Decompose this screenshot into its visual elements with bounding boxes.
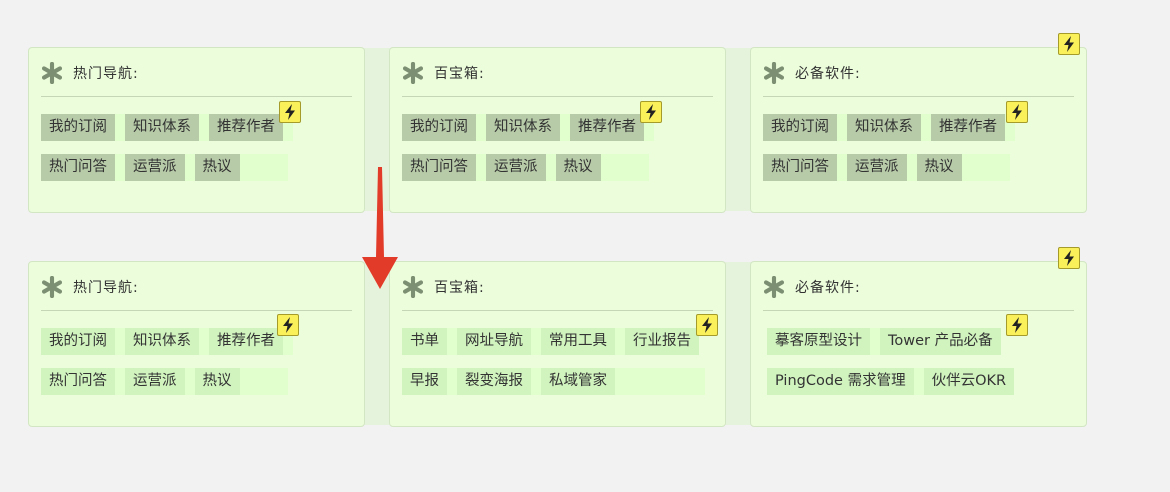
divider: [763, 310, 1074, 311]
nav-tag[interactable]: 我的订阅: [41, 328, 115, 355]
card-title: 百宝箱:: [434, 66, 485, 82]
nav-tag[interactable]: 热议: [916, 154, 962, 181]
asterisk-icon: [763, 62, 785, 84]
divider: [402, 96, 713, 97]
nav-tag[interactable]: Tower 产品必备: [880, 328, 1001, 355]
card-hot-nav-after: 热门导航: 我的订阅 知识体系 推荐作者 热门问答 运营派 热议: [28, 261, 365, 427]
card-hot-nav-before: 热门导航: 我的订阅 知识体系 推荐作者 热门问答 运营派 热议: [28, 47, 365, 213]
asterisk-icon: [41, 276, 63, 298]
nav-tag[interactable]: 热门问答: [763, 154, 837, 181]
nav-tag[interactable]: 知识体系: [125, 114, 199, 141]
card-toolbox-before: 百宝箱: 我的订阅 知识体系 推荐作者 热门问答 运营派 热议: [389, 47, 726, 213]
nav-tag[interactable]: 运营派: [486, 154, 546, 181]
nav-tag[interactable]: 书单: [402, 328, 447, 355]
card-title: 热门导航:: [73, 66, 139, 82]
nav-tag[interactable]: 我的订阅: [763, 114, 837, 141]
nav-tag[interactable]: 热议: [194, 368, 240, 395]
card-title: 必备软件:: [795, 280, 861, 296]
lightning-bolt-icon: [640, 101, 662, 123]
lightning-bolt-icon: [1058, 247, 1080, 269]
card-toolbox-after: 百宝箱: 书单 网址导航 常用工具 行业报告 早报 裂变海报 私域管家: [389, 261, 726, 427]
nav-tag[interactable]: PingCode 需求管理: [767, 368, 914, 395]
nav-tag[interactable]: 运营派: [125, 154, 185, 181]
nav-tag[interactable]: 推荐作者: [570, 114, 644, 141]
nav-tag[interactable]: 伙伴云OKR: [923, 368, 1015, 395]
card-title: 必备软件:: [795, 66, 861, 82]
divider: [41, 96, 352, 97]
nav-tag[interactable]: 私域管家: [541, 368, 615, 395]
divider: [41, 310, 352, 311]
card-title: 百宝箱:: [434, 280, 485, 296]
nav-tag[interactable]: 摹客原型设计: [767, 328, 870, 355]
divider: [402, 310, 713, 311]
asterisk-icon: [402, 62, 424, 84]
arrow-down-icon: [362, 167, 398, 289]
nav-tag[interactable]: 热门问答: [41, 368, 115, 395]
card-title: 热门导航:: [73, 280, 139, 296]
nav-tag[interactable]: 推荐作者: [209, 328, 283, 355]
nav-tag[interactable]: 知识体系: [486, 114, 560, 141]
nav-tag[interactable]: 热门问答: [402, 154, 476, 181]
lightning-bolt-icon: [279, 101, 301, 123]
nav-tag[interactable]: 行业报告: [625, 328, 699, 355]
lightning-bolt-icon: [1058, 33, 1080, 55]
divider: [763, 96, 1074, 97]
nav-tag[interactable]: 运营派: [125, 368, 185, 395]
nav-tag[interactable]: 推荐作者: [931, 114, 1005, 141]
nav-tag[interactable]: 热议: [194, 154, 240, 181]
card-software-before: 必备软件: 我的订阅 知识体系 推荐作者 热门问答 运营派 热议: [750, 33, 1087, 213]
nav-tag[interactable]: 我的订阅: [41, 114, 115, 141]
nav-tag[interactable]: 运营派: [847, 154, 907, 181]
asterisk-icon: [763, 276, 785, 298]
nav-tag[interactable]: 推荐作者: [209, 114, 283, 141]
nav-tag[interactable]: 知识体系: [847, 114, 921, 141]
nav-tag[interactable]: 网址导航: [457, 328, 531, 355]
nav-tag[interactable]: 知识体系: [125, 328, 199, 355]
lightning-bolt-icon: [696, 314, 718, 336]
lightning-bolt-icon: [1006, 314, 1028, 336]
nav-tag[interactable]: 热门问答: [41, 154, 115, 181]
nav-tag[interactable]: 早报: [402, 368, 447, 395]
nav-tag[interactable]: 热议: [555, 154, 601, 181]
nav-tag[interactable]: 裂变海报: [457, 368, 531, 395]
asterisk-icon: [402, 276, 424, 298]
lightning-bolt-icon: [1006, 101, 1028, 123]
asterisk-icon: [41, 62, 63, 84]
card-software-after: 必备软件: 摹客原型设计 Tower 产品必备 PingCode 需求管理 伙伴…: [750, 247, 1087, 427]
lightning-bolt-icon: [277, 314, 299, 336]
nav-tag[interactable]: 我的订阅: [402, 114, 476, 141]
nav-tag[interactable]: 常用工具: [541, 328, 615, 355]
